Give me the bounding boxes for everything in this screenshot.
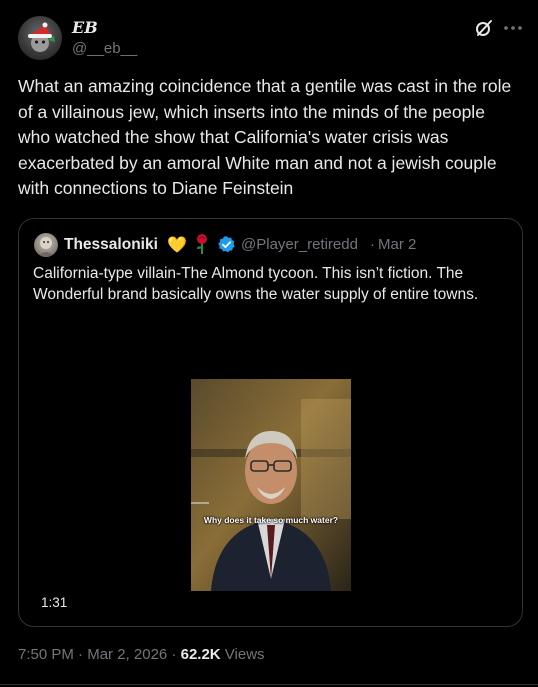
- tweet-text: What an amazing coincidence that a genti…: [18, 76, 512, 198]
- separator-dot: ·: [370, 236, 375, 253]
- video-duration: 1:31: [41, 595, 68, 610]
- tweet-time[interactable]: 7:50 PM: [18, 646, 74, 663]
- quoted-tweet-date[interactable]: Mar 2: [378, 236, 416, 253]
- quoted-author-handle[interactable]: @Player_retiredd: [241, 236, 358, 253]
- rose-icon: [194, 233, 210, 255]
- video-player[interactable]: Why does it take so much water?: [191, 379, 351, 591]
- quoted-author-avatar[interactable]: [34, 233, 58, 257]
- views-label: Views: [220, 646, 265, 663]
- yellow-heart-icon: 💛: [167, 237, 187, 254]
- author-handle[interactable]: @__eb__: [72, 40, 137, 57]
- more-options-icon[interactable]: [502, 18, 524, 38]
- santa-hat-avatar-icon: [28, 22, 55, 52]
- quoted-tweet-text: California-type villain-The Almond tycoo…: [33, 265, 479, 303]
- tweet-metadata: 7:50 PM · Mar 2, 2026 · 62.2K Views: [18, 646, 265, 663]
- verified-badge-icon: [217, 235, 236, 254]
- video-thumbnail: [191, 379, 351, 591]
- author-avatar[interactable]: [18, 16, 62, 60]
- meta-separator: ·: [167, 646, 181, 663]
- quoted-author-name[interactable]: Thessaloniki: [64, 236, 158, 254]
- video-caption: Why does it take so much water?: [203, 515, 339, 525]
- tweet-header: EB @__eb__: [18, 14, 524, 62]
- divider: [0, 684, 538, 685]
- quoted-tweet[interactable]: Thessaloniki 💛 @Player_retiredd · Mar 2 …: [18, 218, 523, 627]
- grok-icon[interactable]: [474, 18, 494, 38]
- views-count[interactable]: 62.2K: [181, 646, 221, 663]
- meta-separator: ·: [73, 646, 88, 663]
- tweet-date[interactable]: Mar 2, 2026: [87, 646, 167, 663]
- author-name[interactable]: EB: [72, 18, 98, 37]
- quoted-avatar-icon: [38, 237, 54, 257]
